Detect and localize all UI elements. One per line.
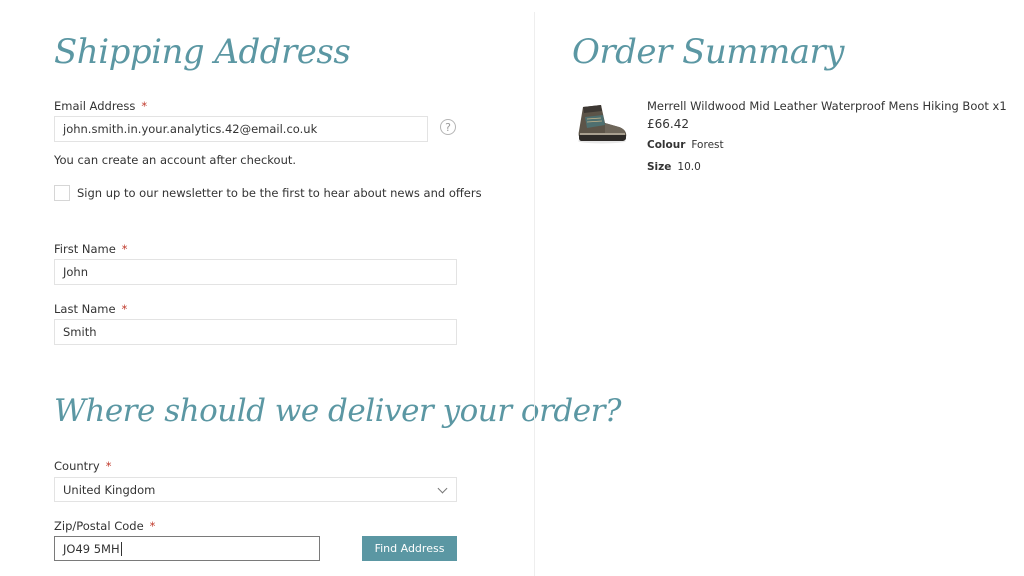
help-icon[interactable]: ? (440, 119, 456, 135)
required-mark: * (121, 242, 128, 256)
country-select[interactable]: United Kingdom (54, 477, 457, 502)
required-mark: * (105, 459, 112, 473)
product-price: £66.42 (647, 117, 689, 131)
find-address-button[interactable]: Find Address (362, 536, 457, 561)
newsletter-checkbox[interactable] (54, 185, 70, 201)
colour-value: Forest (691, 139, 724, 151)
newsletter-label: Sign up to our newsletter to be the firs… (77, 186, 482, 200)
required-mark: * (141, 99, 148, 113)
last-name-value: Smith (63, 325, 97, 339)
country-label-text: Country (54, 459, 100, 473)
required-mark: * (149, 519, 156, 533)
first-name-value: John (63, 265, 89, 279)
first-name-field[interactable]: John (54, 259, 457, 285)
column-divider (534, 12, 535, 576)
last-name-label-text: Last Name (54, 302, 116, 316)
zip-label-text: Zip/Postal Code (54, 519, 144, 533)
email-label: Email Address * (54, 99, 147, 113)
product-image (578, 105, 627, 144)
country-label: Country * (54, 459, 111, 473)
account-note: You can create an account after checkout… (54, 153, 297, 167)
first-name-label: First Name * (54, 242, 128, 256)
size-value: 10.0 (677, 161, 701, 173)
first-name-label-text: First Name (54, 242, 116, 256)
country-value: United Kingdom (63, 482, 156, 497)
help-glyph: ? (445, 120, 451, 134)
text-caret (120, 541, 122, 556)
last-name-label: Last Name * (54, 302, 127, 316)
required-mark: * (121, 302, 128, 316)
zip-value: JO49 5MH (63, 541, 120, 556)
last-name-field[interactable]: Smith (54, 319, 457, 345)
order-summary-heading: Order Summary (572, 32, 844, 72)
size-label: Size (647, 161, 672, 173)
shipping-heading: Shipping Address (54, 32, 351, 72)
zip-label: Zip/Postal Code * (54, 519, 155, 533)
email-field[interactable]: john.smith.in.your.analytics.42@email.co… (54, 116, 428, 142)
product-colour: Colour Forest (647, 139, 724, 151)
email-value: john.smith.in.your.analytics.42@email.co… (63, 122, 318, 136)
product-name: Merrell Wildwood Mid Leather Waterproof … (647, 99, 1007, 113)
colour-label: Colour (647, 139, 686, 151)
delivery-heading: Where should we deliver your order? (54, 393, 622, 429)
product-size: Size 10.0 (647, 161, 701, 173)
zip-field[interactable]: JO49 5MH (54, 536, 320, 561)
email-label-text: Email Address (54, 99, 136, 113)
chevron-down-icon (437, 483, 448, 494)
